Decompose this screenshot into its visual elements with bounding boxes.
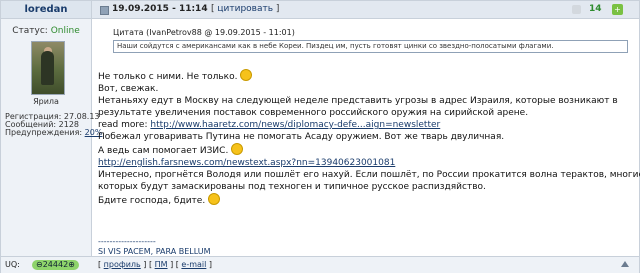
rating-count: 14 [589, 4, 602, 14]
quote-text: Наши сойдутся с американсами как в небе … [113, 40, 628, 53]
avatar-figure-body [41, 51, 54, 85]
footer-links: [ профиль ] [ ПМ ] [ e-mail ] [98, 260, 213, 269]
user-rank: Ярила [33, 97, 59, 106]
post-footer: UQ: ⊖24442⊕ [ профиль ] [ ПМ ] [ e-mail … [1, 256, 639, 273]
farsnews-link[interactable]: http://english.farsnews.com/newstext.asp… [98, 158, 395, 168]
rating-down-icon[interactable] [572, 5, 581, 14]
user-status: Статус: Online [1, 26, 91, 36]
body-line: Вот, свежак. [98, 84, 159, 94]
body-line: которых будут замаскированы под техноген… [98, 182, 486, 192]
quote-block: Цитата (IvanPetrov88 @ 19.09.2015 - 11:0… [113, 28, 628, 53]
scroll-top-icon[interactable] [621, 261, 629, 267]
quote-label: Цитата [113, 28, 144, 37]
body-line: http://english.farsnews.com/newstext.asp… [98, 157, 633, 169]
username-link[interactable]: loredan [1, 1, 91, 19]
quote-source: (IvanPetrov88 @ 19.09.2015 - 11:01) [146, 28, 295, 37]
user-panel: loredan Статус: Online Ярила Регистрация… [1, 1, 103, 272]
body-line: Не только с ними. Не только. [98, 69, 633, 83]
forum-post: loredan Статус: Online Ярила Регистрация… [0, 0, 640, 273]
body-line: А ведь сам помогает ИЗИС. [98, 143, 633, 157]
profile-link[interactable]: профиль [104, 260, 141, 269]
uq-label: UQ: [5, 260, 20, 269]
warnings-row: Предупреждения: 20% [5, 128, 103, 137]
body-line: Побежал уговаривать Путина не помогать А… [98, 132, 505, 142]
uq-badge: ⊖24442⊕ [32, 260, 79, 270]
body-line: результате увеличения поставок современн… [98, 108, 529, 118]
avatar [31, 41, 65, 95]
smile-icon [231, 143, 244, 155]
smile-icon [240, 69, 253, 81]
status-label: Статус: [12, 26, 48, 36]
haaretz-link[interactable]: http://www.haaretz.com/news/diplomacy-de… [150, 120, 440, 130]
rating-up-icon[interactable]: + [612, 4, 623, 15]
quote-button-label[interactable]: цитировать [217, 4, 273, 14]
post-header: 19.09.2015 - 11:14 [ цитировать ] 14 + [92, 1, 639, 19]
quote-button[interactable]: [ цитировать ] [211, 1, 279, 18]
smile-icon [208, 193, 221, 205]
email-link[interactable]: e-mail [181, 260, 206, 269]
body-line: Бдите господа, бдите. [98, 193, 633, 207]
post-icon [100, 6, 109, 15]
post-date: 19.09.2015 - 11:14 [112, 4, 208, 14]
signature-divider: -------------------- [98, 237, 156, 246]
signature: -------------------- SI VIS PACEM, PARA … [98, 237, 211, 257]
body-line: read more: http://www.haaretz.com/news/d… [98, 120, 441, 130]
pm-link[interactable]: ПМ [155, 260, 168, 269]
user-stats: Регистрация: 27.08.13 Сообщений: 2128 Пр… [5, 113, 103, 137]
rating-widget: 14 + [566, 3, 634, 16]
body-line: Интересно, прогнётся Володя или пошлёт е… [98, 170, 640, 180]
post-body: Не только с ними. Не только. Вот, свежак… [98, 69, 640, 207]
body-line: Нетаньяху едут в Москву на следующей нед… [98, 96, 618, 106]
status-value: Online [50, 26, 80, 36]
quote-title: Цитата (IvanPetrov88 @ 19.09.2015 - 11:0… [113, 28, 628, 40]
